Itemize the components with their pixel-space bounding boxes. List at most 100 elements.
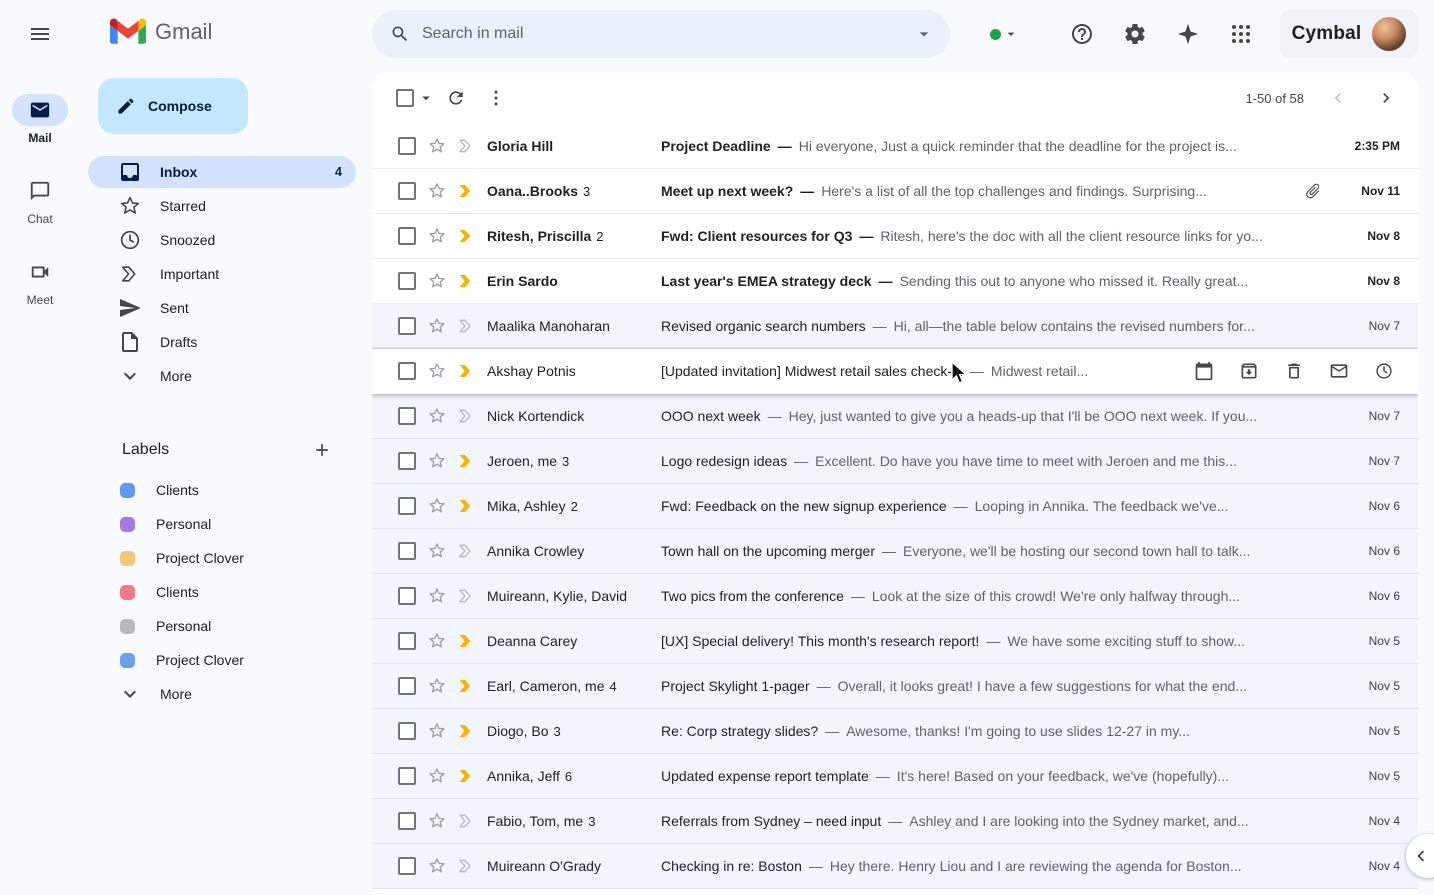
star-icon[interactable] <box>427 856 447 876</box>
star-icon[interactable] <box>427 586 447 606</box>
email-row[interactable]: Deanna Carey [UX] Special delivery! This… <box>372 619 1418 664</box>
sidebar-label-clients[interactable]: Clients <box>88 474 356 506</box>
importance-marker[interactable] <box>456 631 476 651</box>
email-row[interactable]: Earl, Cameron, me 4 Project Skylight 1-p… <box>372 664 1418 709</box>
importance-marker[interactable] <box>456 496 476 516</box>
importance-marker[interactable] <box>456 856 476 876</box>
email-row[interactable]: Muireann O'Grady Checking in re: Boston—… <box>372 844 1418 889</box>
importance-marker[interactable] <box>456 361 476 381</box>
sidebar-label-personal[interactable]: Personal <box>88 508 356 540</box>
search-bar[interactable] <box>372 10 950 58</box>
star-icon[interactable] <box>427 766 447 786</box>
email-row[interactable]: Annika, Jeff 6 Updated expense report te… <box>372 754 1418 799</box>
email-row[interactable]: Nick Kortendick OOO next week—Hey, just … <box>372 394 1418 439</box>
sidebar-label-personal[interactable]: Personal <box>88 610 356 642</box>
row-checkbox[interactable] <box>398 407 416 425</box>
sidebar-item-sent[interactable]: Sent <box>88 292 356 324</box>
row-checkbox[interactable] <box>398 272 416 290</box>
compose-button[interactable]: Compose <box>98 78 248 134</box>
importance-marker[interactable] <box>456 721 476 741</box>
row-checkbox[interactable] <box>398 452 416 470</box>
email-row[interactable]: Diogo, Bo 3 Re: Corp strategy slides?—Aw… <box>372 709 1418 754</box>
search-button[interactable] <box>378 12 422 56</box>
star-icon[interactable] <box>427 631 447 651</box>
row-checkbox[interactable] <box>398 182 416 200</box>
star-icon[interactable] <box>427 451 447 471</box>
row-checkbox[interactable] <box>398 542 416 560</box>
star-icon[interactable] <box>427 721 447 741</box>
rail-item-mail[interactable]: Mail <box>12 94 68 145</box>
mark-as-read-button[interactable] <box>1319 351 1359 391</box>
importance-marker[interactable] <box>456 181 476 201</box>
importance-marker[interactable] <box>456 136 476 156</box>
star-icon[interactable] <box>427 271 447 291</box>
email-row[interactable]: Gloria Hill Project Deadline—Hi everyone… <box>372 124 1418 169</box>
help-button[interactable] <box>1058 10 1106 58</box>
importance-marker[interactable] <box>456 271 476 291</box>
presence-indicator[interactable] <box>990 14 1019 54</box>
sidebar-label-project-clover[interactable]: Project Clover <box>88 542 356 574</box>
row-checkbox[interactable] <box>398 767 416 785</box>
sidebar-item-snoozed[interactable]: Snoozed <box>88 224 356 256</box>
sidebar-item-inbox[interactable]: Inbox 4 <box>88 156 356 188</box>
sidebar-item-more[interactable]: More <box>88 360 356 392</box>
row-checkbox[interactable] <box>398 497 416 515</box>
apps-button[interactable] <box>1217 10 1265 58</box>
row-checkbox[interactable] <box>398 722 416 740</box>
select-dropdown[interactable] <box>416 86 436 110</box>
row-checkbox[interactable] <box>398 362 416 380</box>
email-row[interactable]: Muireann, Kylie, David Two pics from the… <box>372 574 1418 619</box>
sidebar-item-starred[interactable]: Starred <box>88 190 356 222</box>
create-label-button[interactable] <box>308 436 336 464</box>
hamburger-menu-button[interactable] <box>16 10 64 58</box>
row-checkbox[interactable] <box>398 677 416 695</box>
star-icon[interactable] <box>427 316 447 336</box>
row-checkbox[interactable] <box>398 227 416 245</box>
star-icon[interactable] <box>427 226 447 246</box>
calendar-button[interactable] <box>1184 351 1224 391</box>
more-options-button[interactable] <box>476 78 516 118</box>
importance-marker[interactable] <box>456 766 476 786</box>
importance-marker[interactable] <box>456 226 476 246</box>
search-options-button[interactable] <box>904 14 944 54</box>
newer-page-button[interactable] <box>1318 78 1358 118</box>
star-icon[interactable] <box>427 181 447 201</box>
rail-item-meet[interactable]: Meet <box>12 256 68 307</box>
star-icon[interactable] <box>427 496 447 516</box>
email-row[interactable]: Maalika Manoharan Revised organic search… <box>372 304 1418 349</box>
sidebar-item-drafts[interactable]: Drafts <box>88 326 356 358</box>
star-icon[interactable] <box>427 541 447 561</box>
email-row[interactable]: Oana..Brooks 3 Meet up next week?—Here's… <box>372 169 1418 214</box>
gemini-button[interactable] <box>1164 10 1212 58</box>
importance-marker[interactable] <box>456 406 476 426</box>
importance-marker[interactable] <box>456 676 476 696</box>
sidebar-label-project-clover[interactable]: Project Clover <box>88 644 356 676</box>
delete-button[interactable] <box>1274 351 1314 391</box>
row-checkbox[interactable] <box>398 317 416 335</box>
importance-marker[interactable] <box>456 541 476 561</box>
importance-marker[interactable] <box>456 811 476 831</box>
sidebar-label-clients[interactable]: Clients <box>88 576 356 608</box>
email-row[interactable]: Ritesh, Priscilla 2 Fwd: Client resource… <box>372 214 1418 259</box>
star-icon[interactable] <box>427 406 447 426</box>
sidebar-item-important[interactable]: Important <box>88 258 356 290</box>
importance-marker[interactable] <box>456 451 476 471</box>
settings-button[interactable] <box>1111 10 1159 58</box>
star-icon[interactable] <box>427 676 447 696</box>
email-row[interactable]: Erin Sardo Last year's EMEA strategy dec… <box>372 259 1418 304</box>
email-row[interactable]: Jeroen, me 3 Logo redesign ideas—Excelle… <box>372 439 1418 484</box>
row-checkbox[interactable] <box>398 137 416 155</box>
email-row[interactable]: Annika Crowley Town hall on the upcoming… <box>372 529 1418 574</box>
avatar[interactable] <box>1372 17 1406 51</box>
archive-button[interactable] <box>1229 351 1269 391</box>
row-checkbox[interactable] <box>398 587 416 605</box>
select-all-checkbox[interactable] <box>396 89 414 107</box>
email-row[interactable]: Mika, Ashley 2 Fwd: Feedback on the new … <box>372 484 1418 529</box>
refresh-button[interactable] <box>436 78 476 118</box>
importance-marker[interactable] <box>456 316 476 336</box>
row-checkbox[interactable] <box>398 632 416 650</box>
search-input[interactable] <box>422 10 904 58</box>
star-icon[interactable] <box>427 361 447 381</box>
row-checkbox[interactable] <box>398 812 416 830</box>
importance-marker[interactable] <box>456 586 476 606</box>
